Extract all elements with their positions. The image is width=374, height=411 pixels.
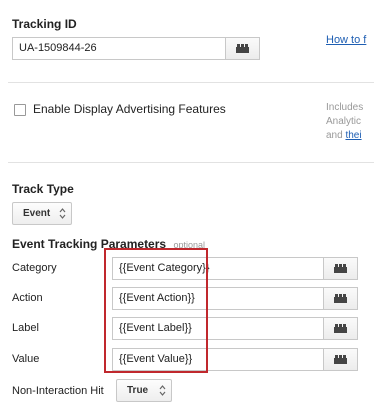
track-type-selected-value: Event xyxy=(23,208,51,219)
lego-brick-icon xyxy=(334,355,347,364)
highlight-box xyxy=(104,248,208,373)
non-interaction-selected-value: True xyxy=(127,385,149,396)
display-ads-description: Includes Analytic and thei xyxy=(326,101,363,143)
tracking-id-title: Tracking ID xyxy=(12,17,77,31)
display-ads-checkbox[interactable] xyxy=(14,104,26,116)
label-label: Label xyxy=(12,322,39,334)
tracking-id-variable-button[interactable] xyxy=(226,37,260,60)
non-interaction-label: Non-Interaction Hit xyxy=(12,385,104,397)
lego-brick-icon xyxy=(236,44,249,53)
track-type-select[interactable]: Event xyxy=(12,202,72,225)
non-interaction-select[interactable]: True xyxy=(116,379,172,402)
lego-brick-icon xyxy=(334,324,347,333)
select-arrows-icon xyxy=(59,208,66,219)
description-link[interactable]: thei xyxy=(345,130,361,141)
description-line: Analytic xyxy=(326,116,362,127)
lego-brick-icon xyxy=(334,294,347,303)
value-label: Value xyxy=(12,353,40,365)
divider xyxy=(8,82,374,83)
action-label: Action xyxy=(12,292,43,304)
label-variable-button[interactable] xyxy=(324,317,358,340)
how-to-link[interactable]: How to f xyxy=(326,33,366,47)
track-type-title: Track Type xyxy=(12,182,74,196)
value-variable-button[interactable] xyxy=(324,348,358,371)
description-text: and xyxy=(326,130,346,141)
category-variable-button[interactable] xyxy=(324,257,358,280)
select-arrows-icon xyxy=(159,385,166,396)
action-variable-button[interactable] xyxy=(324,287,358,310)
description-line: Includes xyxy=(326,102,364,113)
description-line: and thei xyxy=(326,129,363,143)
divider xyxy=(8,162,374,163)
lego-brick-icon xyxy=(334,264,347,273)
category-label: Category xyxy=(12,262,57,274)
tracking-id-input[interactable]: UA-1509844-26 xyxy=(12,37,226,60)
display-ads-label: Enable Display Advertising Features xyxy=(33,102,226,116)
